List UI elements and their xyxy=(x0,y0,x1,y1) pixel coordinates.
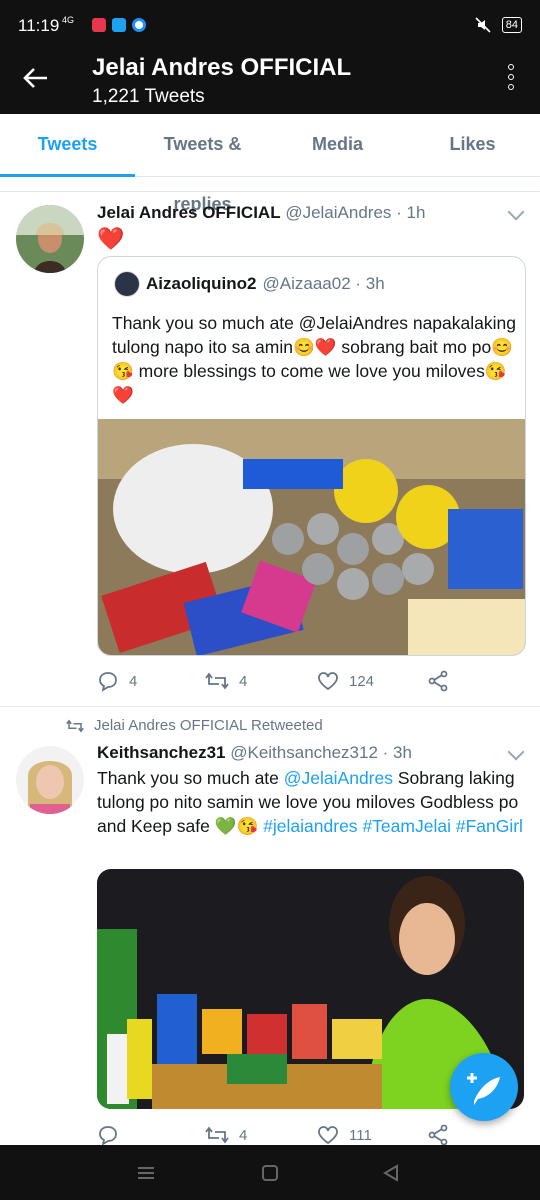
heart-icon xyxy=(318,1126,338,1145)
hashtag-link[interactable]: #FanGirl xyxy=(456,816,523,836)
chevron-down-icon[interactable] xyxy=(507,203,525,221)
hashtag-link[interactable]: #jelaiandres xyxy=(263,816,357,836)
share-button[interactable] xyxy=(427,1124,449,1146)
quoted-avatar xyxy=(114,271,140,297)
app-bar: Jelai Andres OFFICIAL 1,221 Tweets xyxy=(0,50,540,114)
tweet-header: Keithsanchez31 @Keithsanchez312 · 3h xyxy=(97,743,412,763)
author-handle-time: @JelaiAndres · 1h xyxy=(285,203,426,222)
compose-feather-icon xyxy=(467,1073,500,1105)
tab-media[interactable]: Media xyxy=(270,114,405,176)
author-name[interactable]: Keithsanchez31 xyxy=(97,743,226,762)
share-icon xyxy=(428,670,448,692)
home-nav-icon[interactable] xyxy=(261,1164,279,1182)
tweet-actions: 4 4 124 xyxy=(97,670,449,692)
share-button[interactable] xyxy=(427,670,449,692)
avatar[interactable] xyxy=(16,205,84,273)
retweet-icon xyxy=(205,1126,229,1144)
tweet-separator xyxy=(0,706,540,707)
notification-app-icon xyxy=(92,18,106,32)
like-count: 124 xyxy=(349,672,375,690)
reply-icon xyxy=(99,1126,117,1146)
retweet-count: 4 xyxy=(239,672,248,690)
quoted-author-name: Aizaoliquino2 xyxy=(146,274,257,293)
tab-divider xyxy=(0,177,540,192)
mute-icon xyxy=(475,17,491,33)
share-icon xyxy=(428,1124,448,1146)
chevron-down-icon[interactable] xyxy=(507,743,525,761)
like-count: 111 xyxy=(349,1126,372,1144)
twitter-notification-icon xyxy=(112,18,126,32)
tweet-header: Jelai Andres OFFICIAL @JelaiAndres · 1h xyxy=(97,203,425,223)
menu-nav-icon[interactable] xyxy=(136,1165,156,1181)
quoted-handle-time: @Aizaaa02 · 3h xyxy=(262,274,385,293)
status-right: 84 xyxy=(474,16,522,34)
network-type: 4G xyxy=(62,15,75,25)
retweet-button[interactable]: 4 xyxy=(205,671,317,691)
messenger-notification-icon xyxy=(132,18,146,32)
status-time: 11:19 xyxy=(18,16,60,35)
tweet-text: Thank you so much ate @JelaiAndres Sobra… xyxy=(97,766,527,838)
profile-name-title: Jelai Andres OFFICIAL xyxy=(92,54,352,81)
quoted-photo[interactable] xyxy=(98,419,525,655)
back-nav-icon[interactable] xyxy=(382,1164,400,1182)
more-options-icon[interactable] xyxy=(508,64,514,94)
author-handle-time: @Keithsanchez312 · 3h xyxy=(230,743,412,762)
quoted-tweet[interactable]: Aizaoliquino2 @Aizaaa02 · 3h Thank you s… xyxy=(97,256,526,656)
avatar[interactable] xyxy=(16,746,84,814)
retweeted-by-label[interactable]: Jelai Andres OFFICIAL Retweeted xyxy=(94,717,323,734)
system-nav-bar xyxy=(0,1145,540,1200)
like-button[interactable]: 124 xyxy=(317,671,427,691)
battery-indicator: 84 xyxy=(501,17,522,33)
retweet-context-icon xyxy=(66,719,84,732)
heart-icon xyxy=(318,672,338,691)
like-button[interactable]: 111 xyxy=(317,1125,427,1145)
back-arrow-icon[interactable] xyxy=(22,66,48,94)
reply-button[interactable]: 4 xyxy=(97,670,205,692)
reply-count: 4 xyxy=(129,672,138,690)
profile-tabs: Tweets Tweets & replies Media Likes xyxy=(0,114,540,214)
retweet-icon xyxy=(205,672,229,690)
mention-link[interactable]: @JelaiAndres xyxy=(284,768,393,788)
reply-icon xyxy=(99,672,117,692)
tab-likes[interactable]: Likes xyxy=(405,114,540,176)
author-name[interactable]: Jelai Andres OFFICIAL xyxy=(97,203,281,222)
tweet-count: 1,221 Tweets xyxy=(92,86,205,107)
tab-tweets[interactable]: Tweets xyxy=(0,114,135,177)
hashtag-link[interactable]: #TeamJelai xyxy=(362,816,451,836)
tab-tweets-and-replies[interactable]: Tweets & replies xyxy=(135,114,270,214)
quoted-header: Aizaoliquino2 @Aizaaa02 · 3h xyxy=(114,271,385,297)
retweet-context: Jelai Andres OFFICIAL Retweeted xyxy=(66,717,323,734)
status-bar: 11:19 4G 84 xyxy=(0,0,540,50)
tweet-actions: 4 111 xyxy=(97,1124,449,1146)
tweet-text-part: Thank you so much ate xyxy=(97,768,284,788)
retweet-count: 4 xyxy=(239,1126,248,1144)
retweet-button[interactable]: 4 xyxy=(205,1125,317,1145)
compose-tweet-button[interactable] xyxy=(450,1053,518,1121)
tweet-text: ❤️ xyxy=(97,226,125,251)
reply-button[interactable] xyxy=(97,1124,205,1146)
quoted-text: Thank you so much ate @JelaiAndres napak… xyxy=(112,313,516,405)
